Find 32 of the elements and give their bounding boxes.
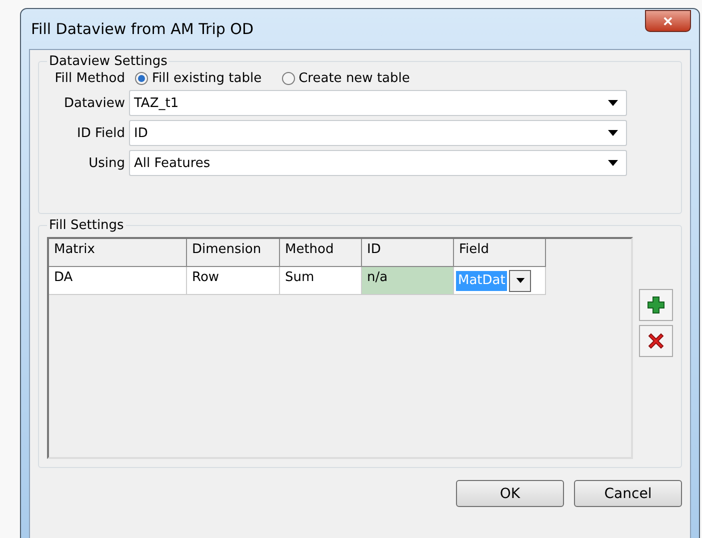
group-title: Dataview Settings bbox=[48, 54, 168, 69]
caret-icon bbox=[516, 278, 525, 283]
table-cell[interactable]: n/a bbox=[362, 267, 454, 295]
column-header[interactable]: Field bbox=[454, 239, 546, 267]
dialog-button[interactable]: OK bbox=[456, 480, 564, 507]
delete-button[interactable] bbox=[639, 325, 673, 357]
column-header[interactable]: ID bbox=[362, 239, 454, 267]
table-cell[interactable]: Row bbox=[187, 267, 280, 295]
plus-icon bbox=[647, 296, 665, 314]
column-header[interactable]: Method bbox=[280, 239, 362, 267]
dropdown-field[interactable]: All Features bbox=[129, 150, 627, 176]
window-title: Fill Dataview from AM Trip OD bbox=[30, 20, 254, 38]
field-label: Dataview bbox=[63, 96, 125, 110]
table-cell[interactable]: DA bbox=[49, 267, 187, 295]
group-title: Fill Settings bbox=[48, 218, 125, 233]
radio-option[interactable]: Create new table bbox=[282, 71, 410, 86]
dropdown-field[interactable]: TAZ_t1 bbox=[129, 90, 627, 116]
table-cell[interactable]: Sum bbox=[280, 267, 362, 295]
field-label: Using bbox=[88, 156, 125, 170]
cross-icon bbox=[647, 332, 665, 350]
column-header[interactable]: Matrix bbox=[49, 239, 187, 267]
add-button[interactable] bbox=[639, 289, 673, 321]
dropdown-field[interactable]: ID bbox=[129, 120, 627, 146]
field-label: Fill Method bbox=[54, 71, 125, 86]
radio-option[interactable]: Fill existing table bbox=[135, 71, 262, 86]
caret-icon bbox=[608, 100, 618, 106]
caret-icon bbox=[608, 130, 618, 136]
caret-icon bbox=[608, 160, 618, 166]
column-header[interactable]: Dimension bbox=[187, 239, 280, 267]
dropdown-button[interactable] bbox=[509, 270, 532, 292]
field-label: ID Field bbox=[76, 126, 125, 140]
dialog-button[interactable]: Cancel bbox=[574, 480, 682, 507]
